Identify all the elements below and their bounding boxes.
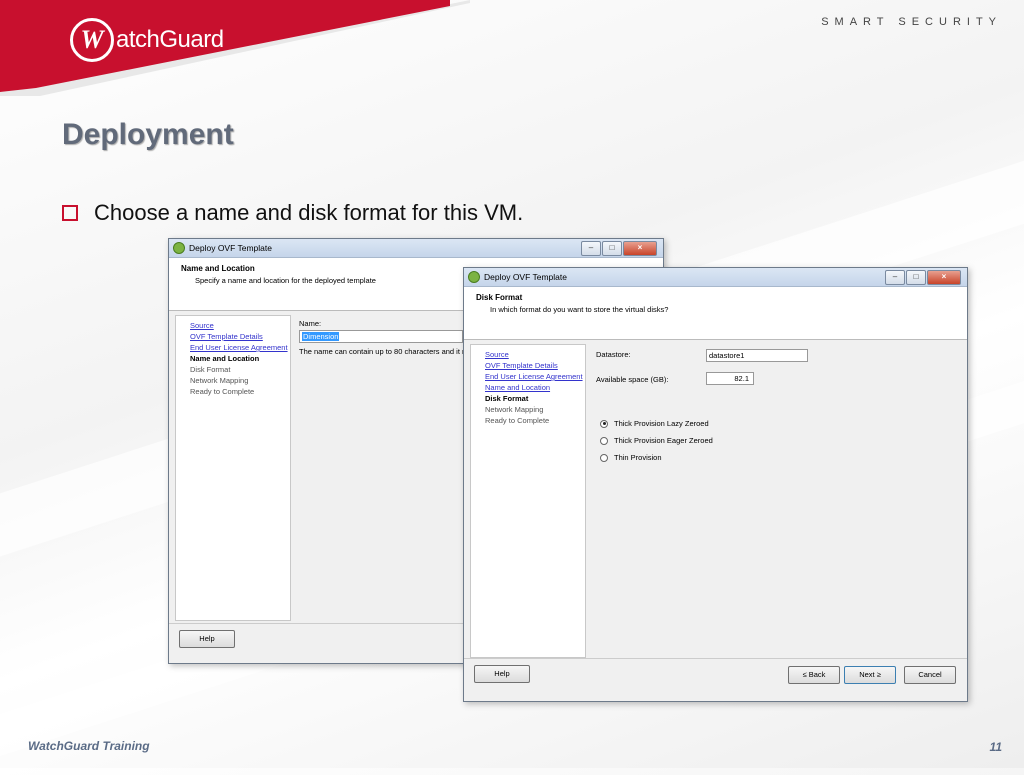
watchguard-logo: W atchGuard bbox=[70, 18, 224, 62]
minimize-button[interactable]: – bbox=[885, 270, 905, 285]
ovf-app-icon bbox=[173, 242, 185, 254]
wizard-step-title: Disk Format bbox=[476, 293, 523, 302]
nav-item-network-mapping: Network Mapping bbox=[190, 376, 249, 385]
nav-item-disk-format: Disk Format bbox=[485, 394, 529, 403]
dialog-titlebar: Deploy OVF Template – □ × bbox=[169, 239, 663, 258]
wizard-nav: Source OVF Template Details End User Lic… bbox=[470, 344, 586, 658]
close-button[interactable]: × bbox=[623, 241, 657, 256]
radio-label: Thick Provision Eager Zeroed bbox=[614, 436, 713, 445]
available-space-field: 82.1 bbox=[706, 372, 754, 385]
dialog-titlebar: Deploy OVF Template – □ × bbox=[464, 268, 967, 287]
ovf-app-icon bbox=[468, 271, 480, 283]
nav-item-name-location: Name and Location bbox=[190, 354, 260, 363]
wizard-footer: Help ≤ Back Next ≥ Cancel bbox=[464, 658, 967, 701]
name-label: Name: bbox=[299, 319, 322, 328]
bullet-text: Choose a name and disk format for this V… bbox=[94, 200, 524, 225]
checkbox-bullet-icon bbox=[62, 205, 78, 221]
next-button[interactable]: Next ≥ bbox=[844, 666, 896, 684]
deploy-ovf-dialog-disk-format: Deploy OVF Template – □ × Disk Format In… bbox=[463, 267, 968, 702]
help-button[interactable]: Help bbox=[474, 665, 530, 683]
datastore-field: datastore1 bbox=[706, 349, 808, 362]
nav-item-eula[interactable]: End User License Agreement bbox=[190, 342, 290, 353]
nav-item-network-mapping: Network Mapping bbox=[485, 405, 544, 414]
close-button[interactable]: × bbox=[927, 270, 961, 285]
nav-item-ovf-details[interactable]: OVF Template Details bbox=[190, 331, 290, 342]
maximize-button[interactable]: □ bbox=[906, 270, 926, 285]
radio-thick-lazy[interactable]: Thick Provision Lazy Zeroed bbox=[600, 419, 713, 428]
nav-item-ready: Ready to Complete bbox=[485, 416, 550, 425]
nav-item-ready: Ready to Complete bbox=[190, 387, 255, 396]
name-hint: The name can contain up to 80 characters… bbox=[299, 347, 469, 356]
radio-thin[interactable]: Thin Provision bbox=[600, 453, 713, 462]
nav-item-source[interactable]: Source bbox=[190, 320, 290, 331]
slide-title: Deployment bbox=[62, 118, 234, 151]
dialog-title: Deploy OVF Template bbox=[189, 243, 272, 253]
footer-training-label: WatchGuard Training bbox=[28, 739, 150, 753]
nav-item-ovf-details[interactable]: OVF Template Details bbox=[485, 360, 585, 371]
wizard-content: Datastore: datastore1 Available space (G… bbox=[590, 346, 960, 652]
wizard-nav: Source OVF Template Details End User Lic… bbox=[175, 315, 291, 621]
back-button[interactable]: ≤ Back bbox=[788, 666, 840, 684]
cancel-button[interactable]: Cancel bbox=[904, 666, 956, 684]
nav-item-source[interactable]: Source bbox=[485, 349, 585, 360]
nav-item-eula[interactable]: End User License Agreement bbox=[485, 371, 585, 382]
name-input-value: Dimension bbox=[302, 332, 340, 341]
radio-unselected-icon bbox=[600, 436, 608, 445]
window-controls: – □ × bbox=[580, 241, 657, 256]
name-input[interactable]: Dimension bbox=[299, 330, 463, 343]
radio-unselected-icon bbox=[600, 453, 608, 462]
wizard-step-subtitle: In which format do you want to store the… bbox=[490, 305, 669, 314]
tagline: SMART SECURITY bbox=[821, 16, 1002, 28]
radio-selected-icon bbox=[600, 419, 608, 428]
wizard-header: Disk Format In which format do you want … bbox=[464, 287, 967, 340]
minimize-button[interactable]: – bbox=[581, 241, 601, 256]
dialog-title: Deploy OVF Template bbox=[484, 272, 567, 282]
radio-label: Thick Provision Lazy Zeroed bbox=[614, 419, 709, 428]
nav-item-disk-format: Disk Format bbox=[190, 365, 231, 374]
nav-item-name-location[interactable]: Name and Location bbox=[485, 382, 585, 393]
datastore-label: Datastore: bbox=[596, 350, 631, 359]
window-controls: – □ × bbox=[884, 270, 961, 285]
page-number: 11 bbox=[989, 740, 1002, 754]
help-button[interactable]: Help bbox=[179, 630, 235, 648]
radio-thick-eager[interactable]: Thick Provision Eager Zeroed bbox=[600, 436, 713, 445]
brand-band bbox=[0, 0, 450, 92]
bullet-item: Choose a name and disk format for this V… bbox=[62, 200, 523, 226]
logo-text: atchGuard bbox=[116, 26, 224, 53]
radio-label: Thin Provision bbox=[614, 453, 662, 462]
maximize-button[interactable]: □ bbox=[602, 241, 622, 256]
available-space-label: Available space (GB): bbox=[596, 375, 669, 384]
logo-mark: W bbox=[70, 18, 114, 62]
disk-format-options: Thick Provision Lazy Zeroed Thick Provis… bbox=[600, 419, 713, 470]
